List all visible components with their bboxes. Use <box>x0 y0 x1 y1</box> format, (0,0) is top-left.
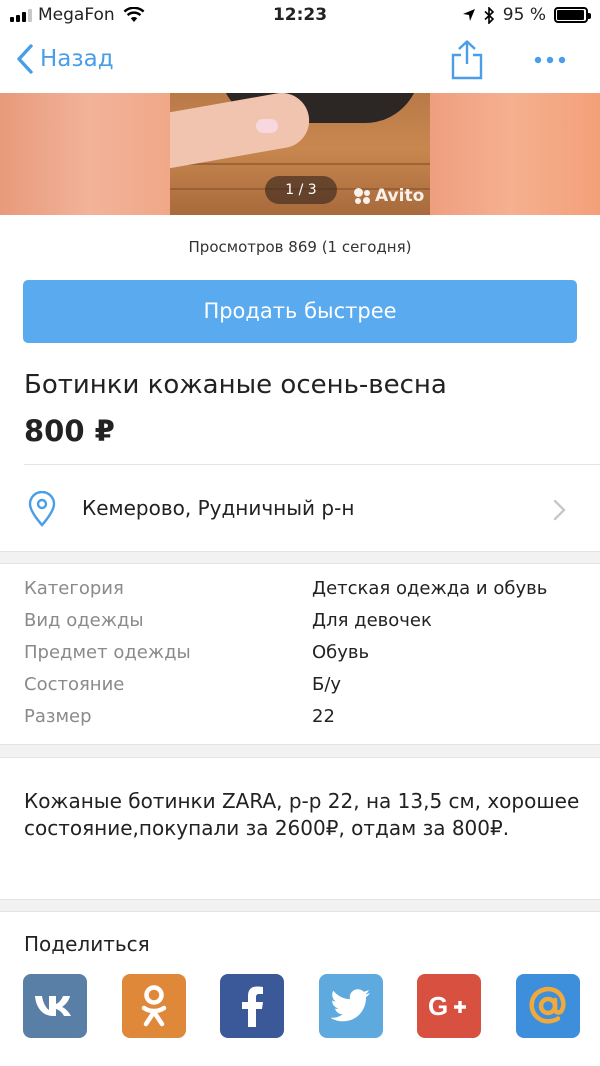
share-facebook-button[interactable] <box>220 974 284 1038</box>
battery-percent: 95 % <box>502 5 546 25</box>
back-button[interactable]: Назад <box>16 44 114 74</box>
param-key: Вид одежды <box>24 610 144 631</box>
param-key: Категория <box>24 578 124 599</box>
sell-faster-button[interactable]: Продать быстрее <box>23 280 577 343</box>
twitter-icon <box>331 989 370 1022</box>
avito-logo-icon <box>354 188 370 204</box>
param-value: Б/у <box>312 674 342 695</box>
share-title: Поделиться <box>24 932 150 956</box>
views-counter: Просмотров 869 (1 сегодня) <box>188 238 412 256</box>
avito-label: Avito <box>375 186 425 206</box>
param-row: Вид одежды Для девочек <box>0 610 600 642</box>
param-value: Детская одежда и обувь <box>312 578 548 599</box>
status-bar: MegaFon 12:23 95 % <box>0 0 600 32</box>
more-icon[interactable] <box>530 48 570 72</box>
param-value: Для девочек <box>312 610 432 631</box>
param-row: Категория Детская одежда и обувь <box>0 578 600 610</box>
param-value: Обувь <box>312 642 370 663</box>
listing-screen: MegaFon 12:23 95 % Назад 1 / 3 Avito Про… <box>0 0 600 1066</box>
facebook-icon <box>242 986 263 1027</box>
status-right: 95 % <box>462 5 591 25</box>
listing-title: Ботинки кожаные осень-весна <box>24 370 447 400</box>
param-key: Состояние <box>24 674 125 695</box>
share-twitter-button[interactable] <box>319 974 383 1038</box>
svg-text:G: G <box>428 992 448 1020</box>
battery-fill <box>557 10 584 20</box>
param-row: Состояние Б/у <box>0 674 600 706</box>
section-separator <box>0 551 600 564</box>
description-section: Кожаные ботинки ZARA, р-р 22, на 13,5 см… <box>0 758 600 900</box>
nav-bar: Назад <box>0 32 600 92</box>
location-row[interactable]: Кемерово, Рудничный р-н <box>0 465 600 551</box>
share-section: Поделиться G <box>0 912 600 1062</box>
param-value: 22 <box>312 706 335 727</box>
odnoklassniki-icon <box>141 985 167 1027</box>
location-pin-icon <box>28 491 56 527</box>
param-key: Предмет одежды <box>24 642 191 663</box>
vk-icon <box>35 996 71 1016</box>
share-mail-button[interactable] <box>516 974 580 1038</box>
chevron-right-icon <box>553 499 566 521</box>
share-ok-button[interactable] <box>122 974 186 1038</box>
param-key: Размер <box>24 706 92 727</box>
bluetooth-icon <box>484 6 494 24</box>
section-separator <box>0 744 600 758</box>
back-label: Назад <box>40 46 114 72</box>
google-plus-icon: G <box>428 992 466 1020</box>
hand-image <box>170 93 314 173</box>
share-google-plus-button[interactable]: G <box>417 974 481 1038</box>
location-text: Кемерово, Рудничный р-н <box>82 496 355 520</box>
share-vk-button[interactable] <box>23 974 87 1038</box>
param-row: Размер 22 <box>0 706 600 738</box>
avito-watermark: Avito <box>354 186 424 206</box>
share-icon[interactable] <box>450 40 484 80</box>
location-arrow-icon <box>462 9 475 21</box>
chevron-left-icon <box>17 44 33 74</box>
parameters-list: Категория Детская одежда и обувь Вид оде… <box>0 564 600 744</box>
description-text: Кожаные ботинки ZARA, р-р 22, на 13,5 см… <box>24 789 580 840</box>
mail-at-icon <box>529 986 566 1024</box>
photo-counter: 1 / 3 <box>265 176 337 204</box>
battery-icon <box>554 7 591 23</box>
section-separator <box>0 899 600 912</box>
param-row: Предмет одежды Обувь <box>0 642 600 674</box>
listing-price: 800 ₽ <box>24 414 115 448</box>
